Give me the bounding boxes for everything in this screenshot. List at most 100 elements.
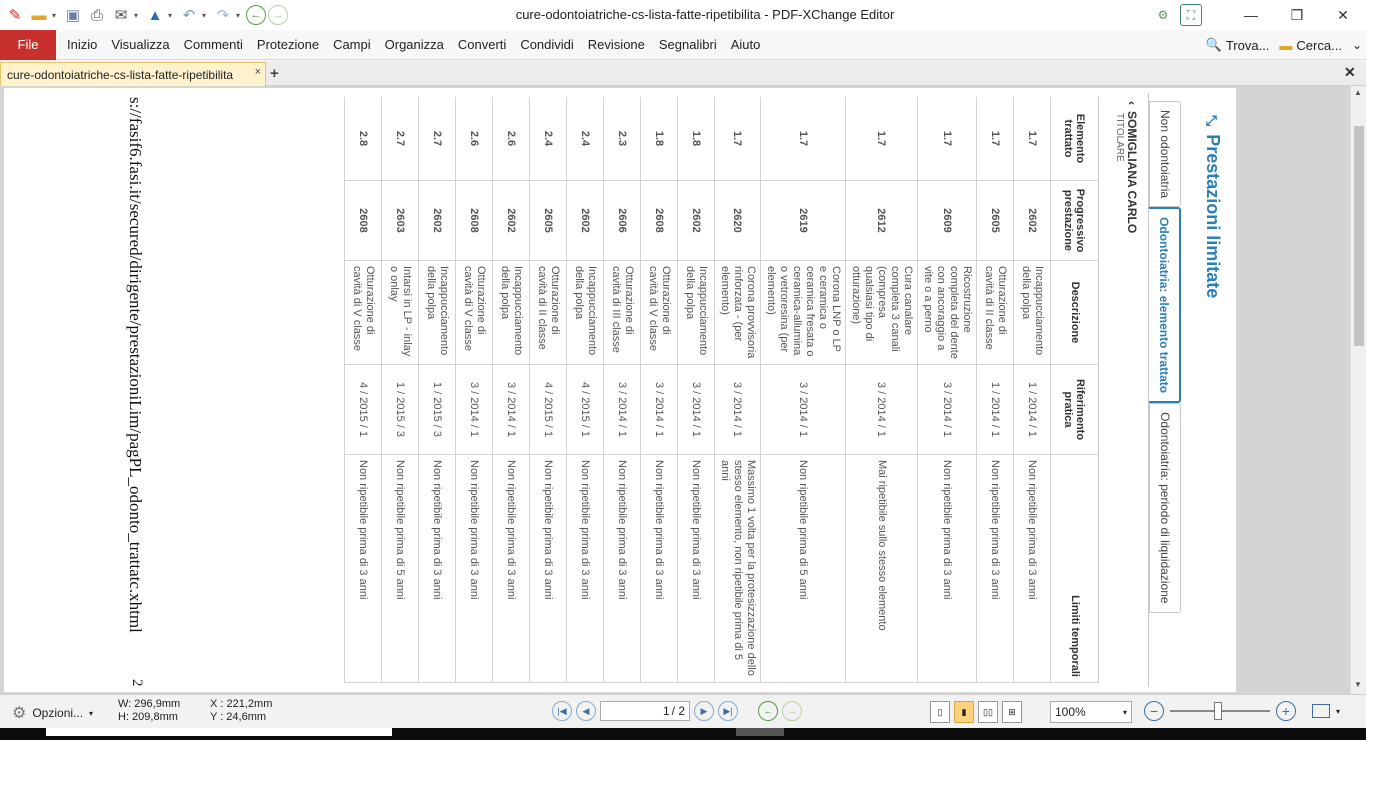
cell-progressivo: 2609 <box>918 181 976 261</box>
cell-riferimento: 4 / 2015 / 1 <box>530 365 566 455</box>
forward-view-icon[interactable]: → <box>782 701 802 721</box>
status-bar: ⚙ Opzioni... ▾ W: 296,9mm H: 209,8mm X :… <box>0 694 1366 728</box>
cell-descrizione: Otturazione di cavità di II classe <box>977 261 1013 365</box>
scroll-thumb[interactable] <box>1354 126 1364 346</box>
scroll-up-icon[interactable]: ▲ <box>1354 88 1362 97</box>
cell-limiti: Non ripetibile prima di 3 anni <box>918 455 976 683</box>
single-page-icon[interactable]: ▯ <box>930 701 950 723</box>
menu-converti[interactable]: Converti <box>451 30 513 60</box>
cell-riferimento: 3 / 2014 / 1 <box>846 365 917 455</box>
document-tab-label: cure-odontoiatriche-cs-lista-fatte-ripet… <box>7 67 234 82</box>
save-icon[interactable]: ▣ <box>62 4 84 26</box>
options-button[interactable]: ⚙ Opzioni... ▾ <box>12 703 93 723</box>
document-tab-bar: cure-odontoiatriche-cs-lista-fatte-ripet… <box>0 62 1366 86</box>
prev-page-icon[interactable]: ◀ <box>576 701 596 721</box>
back-icon[interactable]: ← <box>246 5 266 25</box>
fit-view-icon[interactable] <box>1312 704 1330 718</box>
customize-icon[interactable]: ⚙ <box>1152 4 1174 26</box>
menu-organizza[interactable]: Organizza <box>378 30 451 60</box>
tab-close-icon[interactable]: × <box>255 66 261 78</box>
table-row: 1.7 2602 Incappucciamento della polpa 1 / 2… <box>1013 97 1050 683</box>
zoom-in-icon[interactable]: + <box>1276 701 1296 721</box>
app-logo-icon[interactable]: ✎ <box>4 4 26 26</box>
forward-icon[interactable]: → <box>268 5 288 25</box>
cursor-coordinates: X : 221,2mm Y : 24,6mm <box>210 698 272 724</box>
table-row: 1.7 2620 Corona provvisoria rinforzata - (… <box>714 97 760 683</box>
menu-commenti[interactable]: Commenti <box>177 30 250 60</box>
zoom-out-icon[interactable]: − <box>1144 701 1164 721</box>
facing-pages-icon[interactable]: ▯▯ <box>978 701 998 723</box>
cell-riferimento: 4 / 2015 / 1 <box>567 365 603 455</box>
window-title: cure-odontoiatriche-cs-lista-fatte-ripet… <box>515 7 895 22</box>
menu-aiuto[interactable]: Aiuto <box>724 30 768 60</box>
cell-descrizione: Corona LNP o LP e ceramica o ceramica fr… <box>761 261 845 365</box>
email-dropdown-icon[interactable]: ▾ <box>134 11 142 20</box>
menu-protezione[interactable]: Protezione <box>250 30 326 60</box>
cell-descrizione: Cura canalare completa 3 canali (compres… <box>846 261 917 365</box>
ribbon-collapse-icon[interactable]: ⌄ <box>1352 38 1362 52</box>
redo-dropdown-icon[interactable]: ▾ <box>236 11 244 20</box>
person-name-text: SOMIGLIANA CARLO <box>1125 111 1139 234</box>
cell-descrizione: Intarsi in LP - inlay o onlay <box>382 261 418 365</box>
print-icon[interactable]: ⎙ <box>86 4 108 26</box>
table-row: 2.3 2606 Otturazione di cavità di III clas… <box>603 97 640 683</box>
continuous-page-icon[interactable]: ▮ <box>954 701 974 723</box>
menu-visualizza[interactable]: Visualizza <box>104 30 176 60</box>
rotated-page-content: ⤡Prestazioni limitate › Non odontoiatria… <box>4 93 1231 687</box>
scan-dropdown-icon[interactable]: ▾ <box>168 11 176 20</box>
zoom-select[interactable]: 100% ▾ <box>1050 701 1132 723</box>
cell-descrizione: Otturazione di cavità di V classe <box>345 261 381 365</box>
scroll-down-icon[interactable]: ▼ <box>1354 680 1362 689</box>
menu-segnalibri[interactable]: Segnalibri <box>652 30 724 60</box>
pdf-page: ⤡Prestazioni limitate › Non odontoiatria… <box>4 88 1236 692</box>
open-dropdown-icon[interactable]: ▾ <box>52 11 60 20</box>
document-tab[interactable]: cure-odontoiatriche-cs-lista-fatte-ripet… <box>0 62 266 86</box>
next-page-icon[interactable]: ▶ <box>694 701 714 721</box>
minimize-button[interactable]: — <box>1228 0 1274 30</box>
header-progressivo: Progressivo prestazione <box>1051 181 1098 261</box>
last-page-icon[interactable]: ▶| <box>718 701 738 721</box>
cell-progressivo: 2619 <box>761 181 845 261</box>
cell-limiti: Non ripetibile prima di 3 anni <box>1014 455 1050 683</box>
back-view-icon[interactable]: ← <box>758 701 778 721</box>
document-view[interactable]: ⤡Prestazioni limitate › Non odontoiatria… <box>0 86 1366 694</box>
first-page-icon[interactable]: |◀ <box>552 701 572 721</box>
menu-revisione[interactable]: Revisione <box>581 30 652 60</box>
cell-riferimento: 3 / 2014 / 1 <box>456 365 492 455</box>
zoom-slider[interactable] <box>1170 702 1270 720</box>
scan-icon[interactable]: ▲ <box>144 4 166 26</box>
cell-elemento: 2.4 <box>530 97 566 181</box>
continuous-facing-icon[interactable]: ⊞ <box>1002 701 1022 723</box>
close-button[interactable]: ✕ <box>1320 0 1366 30</box>
vertical-scrollbar[interactable]: ▲ ▼ <box>1350 86 1366 694</box>
undo-dropdown-icon[interactable]: ▾ <box>202 11 210 20</box>
maximize-button[interactable]: ❐ <box>1274 0 1320 30</box>
undo-icon[interactable]: ↶ <box>178 4 200 26</box>
new-tab-icon[interactable]: + <box>270 65 279 82</box>
cell-descrizione: Otturazione di cavità di III classe <box>604 261 640 365</box>
person-role: TITOLARE <box>1114 113 1125 162</box>
search-folder-icon: ▬ <box>1279 37 1293 53</box>
cell-riferimento: 3 / 2014 / 1 <box>604 365 640 455</box>
find-button[interactable]: 🔍 Trova... <box>1206 37 1270 53</box>
cell-elemento: 2.7 <box>382 97 418 181</box>
page-number-field[interactable]: 1/ 2 <box>600 701 690 721</box>
file-menu[interactable]: File <box>0 29 56 60</box>
menu-campi[interactable]: Campi <box>326 30 378 60</box>
cell-limiti: Non ripetibile prima di 3 anni <box>678 455 714 683</box>
email-icon[interactable]: ✉ <box>110 4 132 26</box>
table-row: 1.7 2605 Otturazione di cavità di II class… <box>976 97 1013 683</box>
open-folder-icon[interactable]: ▬ <box>28 4 50 26</box>
fit-dropdown-icon[interactable]: ▾ <box>1336 707 1340 716</box>
fullscreen-icon[interactable]: ⛶ <box>1180 4 1202 26</box>
cell-descrizione: Corona provvisoria rinforzata - (per ele… <box>715 261 760 365</box>
page-footer-number: 2 <box>129 679 145 687</box>
redo-icon[interactable]: ↷ <box>212 4 234 26</box>
search-button[interactable]: ▬ Cerca... <box>1279 38 1342 53</box>
menu-inizio[interactable]: Inizio <box>60 30 104 60</box>
title-right-tools: ⚙ ⛶ <box>1152 4 1202 26</box>
zoom-slider-knob[interactable] <box>1214 702 1222 720</box>
close-all-icon[interactable]: ✕ <box>1344 64 1362 82</box>
menu-condividi[interactable]: Condividi <box>513 30 580 60</box>
cell-descrizione: Incappucciamento della polpa <box>678 261 714 365</box>
